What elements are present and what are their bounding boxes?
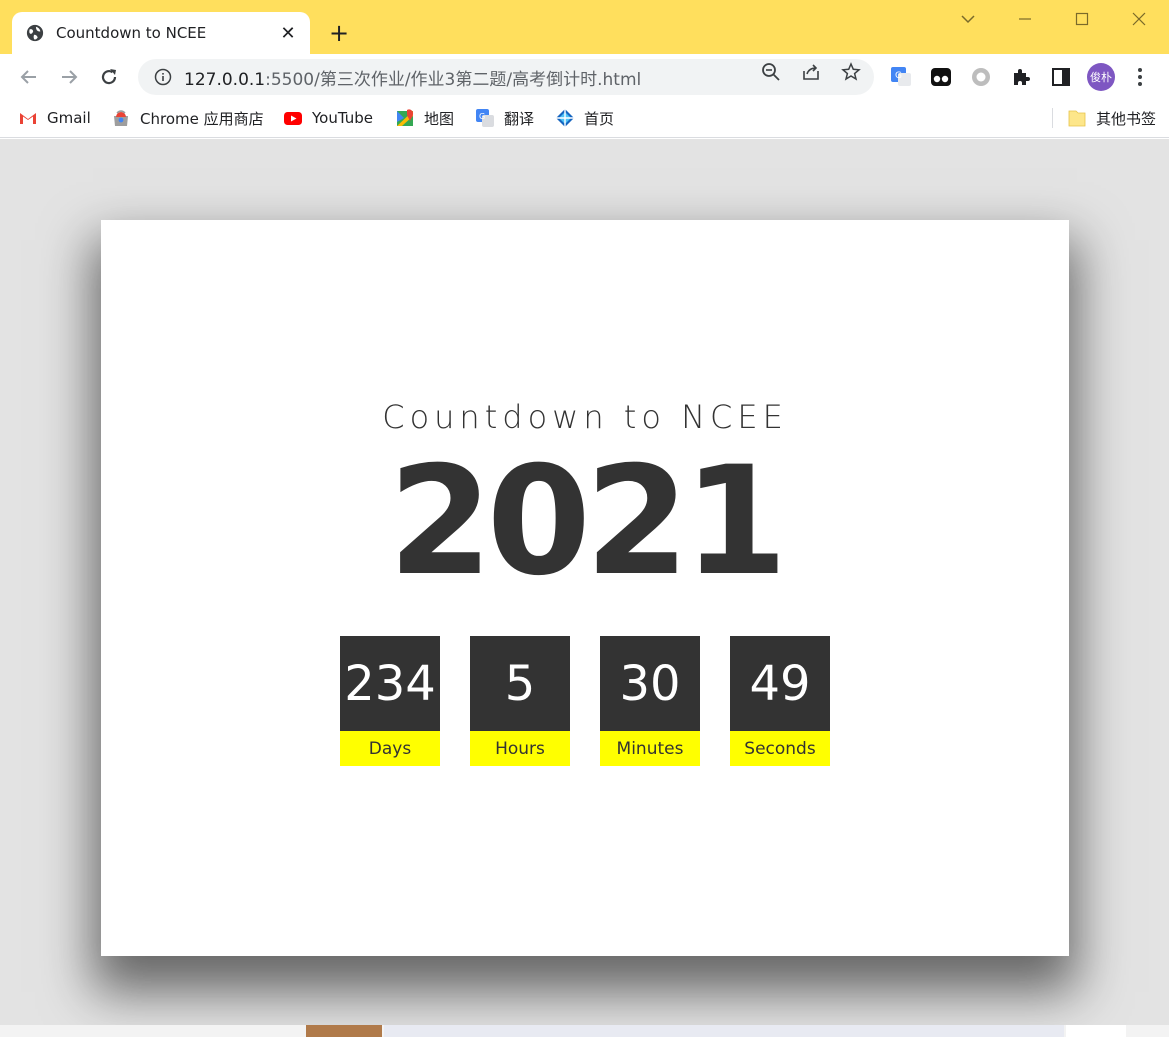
countdown-card: Countdown to NCEE 2021 234 Days 5 Hours … [101,220,1069,956]
tab-search-icon[interactable] [957,8,979,30]
counter-value: 30 [600,636,700,731]
counter-days: 234 Days [340,636,440,766]
counter-seconds: 49 Seconds [730,636,830,766]
countdown-heading: Countdown to NCEE [382,398,788,436]
extensions-puzzle-icon[interactable] [1010,66,1032,88]
bookmark-label: Gmail [47,109,91,127]
taskbar-thumbnail[interactable] [306,1025,382,1037]
close-window-icon[interactable] [1128,8,1150,30]
bookmark-youtube[interactable]: YouTube [283,107,373,129]
bookmark-chrome-webstore[interactable]: Chrome 应用商店 [111,107,264,129]
reload-icon[interactable] [96,64,122,90]
os-taskbar [0,1025,1169,1037]
counter-unit: Seconds [730,731,830,766]
counter-unit: Minutes [600,731,700,766]
home-site-icon [556,109,574,127]
share-icon[interactable] [801,62,821,82]
bookmark-label: Chrome 应用商店 [140,109,264,128]
tampermonkey-extension-icon[interactable] [930,66,952,88]
svg-text:G: G [479,112,485,121]
back-arrow-icon[interactable] [16,64,42,90]
chrome-webstore-icon [114,110,128,126]
bookmark-label: 其他书签 [1096,109,1157,128]
taskbar-strip [384,1025,1064,1037]
svg-text:G: G [895,71,902,81]
globe-icon [26,24,44,42]
google-translate-extension-icon[interactable]: G [890,66,912,88]
counter-value: 234 [340,636,440,731]
browser-tab[interactable]: Countdown to NCEE ✕ [12,12,310,54]
taskbar-thumbnail[interactable] [1066,1025,1126,1037]
forward-arrow-icon[interactable] [56,64,82,90]
profile-avatar[interactable]: 俊朴 [1087,63,1115,91]
minimize-icon[interactable] [1014,8,1036,30]
target-year: 2021 [388,435,787,609]
counter-hours: 5 Hours [470,636,570,766]
maps-icon [397,109,414,126]
bookmark-translate[interactable]: G 翻译 [475,107,534,129]
page-viewport: Countdown to NCEE 2021 234 Days 5 Hours … [0,139,1169,1025]
url-host: 127.0.0.1 [184,69,266,90]
bookmark-label: 翻译 [504,109,535,128]
bookmarks-bar: Gmail Chrome 应用商店 YouTube 地图 G 翻译 首页 其他书… [0,100,1169,138]
gmail-icon [20,113,36,124]
counter-unit: Days [340,731,440,766]
url-path: :5500/第三次作业/作业3第二题/高考倒计时.html [265,69,642,90]
bookmark-gmail[interactable]: Gmail [18,107,91,129]
side-panel-icon[interactable] [1050,66,1072,88]
folder-icon [1068,110,1086,127]
site-info-icon[interactable] [154,68,172,86]
maximize-icon[interactable] [1071,8,1093,30]
bookmark-home[interactable]: 首页 [555,107,614,129]
browser-menu-icon[interactable] [1130,65,1150,89]
countdown-counters: 234 Days 5 Hours 30 Minutes 49 Seconds [340,636,830,766]
translate-icon: G [476,109,494,127]
circle-extension-icon[interactable] [970,66,992,88]
bookmark-maps[interactable]: 地图 [395,107,454,129]
browser-titlebar: Countdown to NCEE ✕ + [0,0,1169,54]
counter-minutes: 30 Minutes [600,636,700,766]
bookmarks-divider [1052,108,1053,128]
zoom-icon[interactable] [761,62,781,82]
tab-title: Countdown to NCEE [56,24,207,42]
bookmark-star-icon[interactable] [841,62,861,82]
counter-value: 49 [730,636,830,731]
youtube-icon [284,112,302,125]
counter-unit: Hours [470,731,570,766]
browser-toolbar: 127.0.0.1:5500/第三次作业/作业3第二题/高考倒计时.html G… [0,54,1169,100]
bookmark-label: 地图 [424,109,455,128]
bookmark-other-folder[interactable]: 其他书签 [1067,107,1156,129]
tab-close-button[interactable]: ✕ [278,23,298,44]
counter-value: 5 [470,636,570,731]
bookmark-label: YouTube [312,109,373,127]
new-tab-button[interactable]: + [326,20,352,46]
bookmark-label: 首页 [584,109,615,128]
